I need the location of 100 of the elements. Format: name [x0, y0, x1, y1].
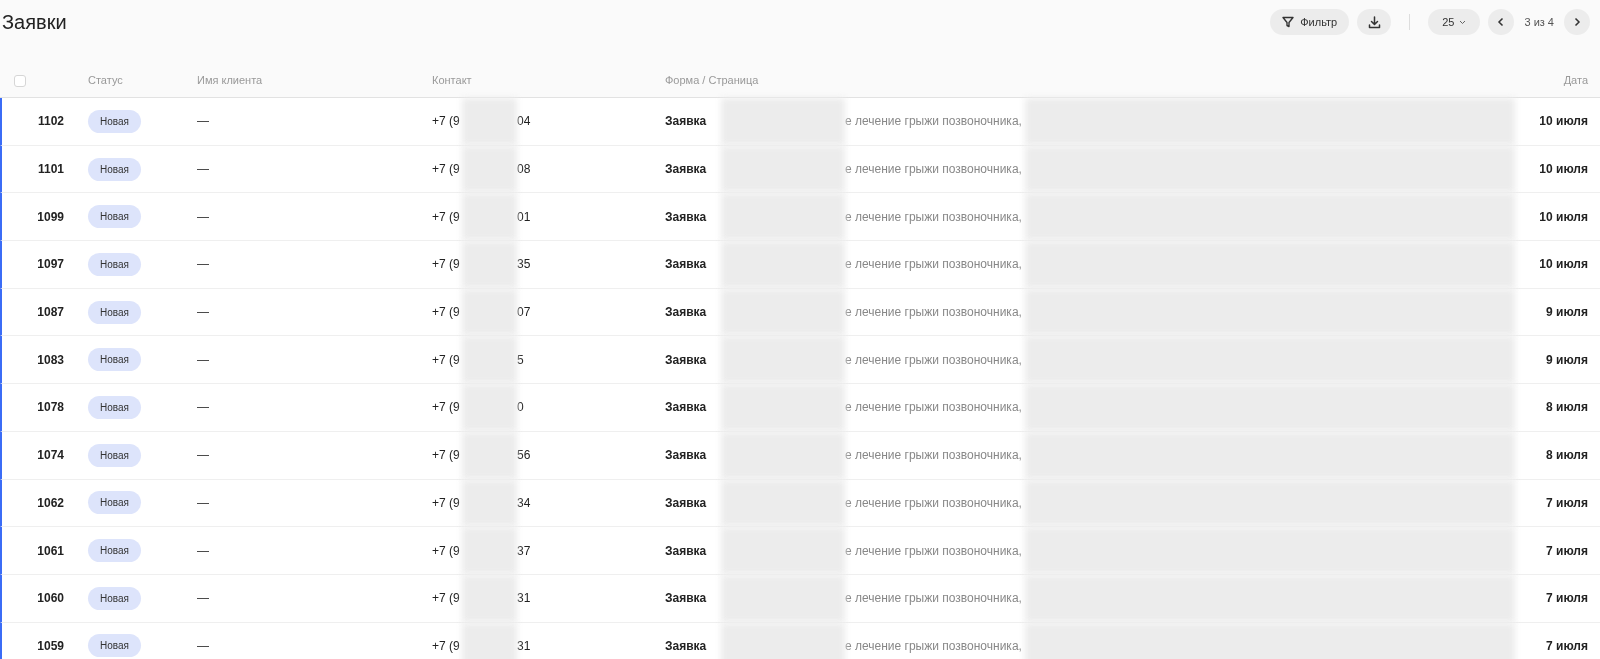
- page-url: е лечение грыжи позвоночника,: [845, 399, 1023, 417]
- contact-start: +7 (9: [432, 256, 461, 274]
- status-badge: Новая: [88, 539, 141, 563]
- date-text: 10 июля: [1539, 162, 1588, 177]
- date-text: 9 июля: [1546, 305, 1588, 320]
- page-url: е лечение грыжи позвоночника,: [845, 208, 1023, 226]
- status-badge: Новая: [88, 634, 141, 658]
- pagination-label: 3 из 4: [1523, 14, 1555, 30]
- form-name: Заявка: [665, 256, 708, 274]
- status-badge: Новая: [88, 109, 141, 133]
- client-name: —: [197, 162, 209, 177]
- page-url: е лечение грыжи позвоночника,: [845, 494, 1023, 512]
- page-url: е лечение грыжи позвоночника,: [845, 161, 1023, 179]
- contact-end: 31: [517, 637, 531, 655]
- status-badge: Новая: [88, 300, 141, 324]
- column-header: Дата: [1563, 74, 1588, 87]
- date-text: 7 июля: [1546, 495, 1588, 510]
- row-id: 1087: [37, 304, 64, 322]
- status-badge: Новая: [88, 395, 141, 419]
- contact-end: 31: [517, 590, 531, 608]
- form-name: Заявка: [665, 590, 708, 608]
- status-badge: Новая: [88, 443, 141, 467]
- contact-start: +7 (9: [432, 494, 461, 512]
- date-text: 10 июля: [1539, 257, 1588, 272]
- form-name: Заявка: [665, 542, 708, 560]
- contact-end: 56: [517, 447, 531, 465]
- form-name: Заявка: [665, 208, 708, 226]
- client-name: —: [197, 305, 209, 320]
- page-title: Заявки: [1, 10, 67, 35]
- page-url: е лечение грыжи позвоночника,: [845, 637, 1023, 655]
- date-text: 7 июля: [1546, 638, 1588, 653]
- client-name: —: [197, 448, 209, 463]
- contact-end: 37: [517, 542, 531, 560]
- form-name: Заявка: [665, 399, 708, 417]
- page-url: е лечение грыжи позвоночника,: [845, 590, 1023, 608]
- client-name: —: [197, 495, 209, 510]
- date-text: 10 июля: [1539, 209, 1588, 224]
- contact-end: 5: [517, 351, 524, 369]
- date-text: 8 июля: [1546, 448, 1588, 463]
- form-name: Заявка: [665, 637, 708, 655]
- contact-start: +7 (9: [432, 637, 461, 655]
- status-badge: Новая: [88, 157, 141, 181]
- contact-start: +7 (9: [432, 304, 461, 322]
- client-name: —: [197, 209, 209, 224]
- contact-start: +7 (9: [432, 399, 461, 417]
- column-header: Имя клиента: [197, 74, 263, 87]
- date-text: 7 июля: [1546, 543, 1588, 558]
- date-text: 9 июля: [1546, 352, 1588, 367]
- page-url: е лечение грыжи позвоночника,: [845, 542, 1023, 560]
- status-badge: Новая: [88, 586, 141, 610]
- form-name: Заявка: [665, 494, 708, 512]
- contact-end: 07: [517, 304, 531, 322]
- page-url: е лечение грыжи позвоночника,: [845, 256, 1023, 274]
- client-name: —: [197, 257, 209, 272]
- date-text: 8 июля: [1546, 400, 1588, 415]
- row-id: 1097: [37, 256, 64, 274]
- client-name: —: [197, 638, 209, 653]
- contact-start: +7 (9: [432, 590, 461, 608]
- client-name: —: [197, 352, 209, 367]
- row-id: 1078: [37, 399, 64, 417]
- client-name: —: [197, 400, 209, 415]
- row-id: 1059: [37, 637, 64, 655]
- contact-end: 01: [517, 208, 531, 226]
- date-text: 7 июля: [1546, 591, 1588, 606]
- column-header: Статус: [88, 74, 123, 87]
- status-badge: Новая: [88, 252, 141, 276]
- client-name: —: [197, 543, 209, 558]
- date-text: 10 июля: [1539, 114, 1588, 129]
- status-badge: Новая: [88, 348, 141, 372]
- form-name: Заявка: [665, 161, 708, 179]
- contact-start: +7 (9: [432, 447, 461, 465]
- form-name: Заявка: [665, 113, 708, 131]
- contact-end: 35: [517, 256, 531, 274]
- column-header: Форма / Страница: [665, 74, 759, 87]
- contact-end: 04: [517, 113, 531, 131]
- row-id: 1062: [37, 494, 64, 512]
- page-size-dropdown[interactable]: 25: [1428, 9, 1481, 35]
- contact-start: +7 (9: [432, 161, 461, 179]
- page-url: е лечение грыжи позвоночника,: [845, 351, 1023, 369]
- contact-start: +7 (9: [432, 208, 461, 226]
- client-name: —: [197, 114, 209, 129]
- page-url: е лечение грыжи позвоночника,: [845, 304, 1023, 322]
- form-name: Заявка: [665, 304, 708, 322]
- contact-start: +7 (9: [432, 351, 461, 369]
- row-id: 1083: [37, 351, 64, 369]
- contact-end: 0: [517, 399, 524, 417]
- filter-button[interactable]: Фильтр: [1270, 9, 1350, 35]
- form-name: Заявка: [665, 351, 708, 369]
- page-url: е лечение грыжи позвоночника,: [845, 447, 1023, 465]
- row-id: 1101: [37, 161, 64, 179]
- contact-end: 34: [517, 494, 531, 512]
- row-id: 1061: [37, 542, 64, 560]
- contact-end: 08: [517, 161, 531, 179]
- page-url: е лечение грыжи позвоночника,: [845, 113, 1023, 131]
- form-name: Заявка: [665, 447, 708, 465]
- client-name: —: [197, 591, 209, 606]
- status-badge: Новая: [88, 205, 141, 229]
- contact-start: +7 (9: [432, 542, 461, 560]
- status-badge: Новая: [88, 491, 141, 515]
- contact-start: +7 (9: [432, 113, 461, 131]
